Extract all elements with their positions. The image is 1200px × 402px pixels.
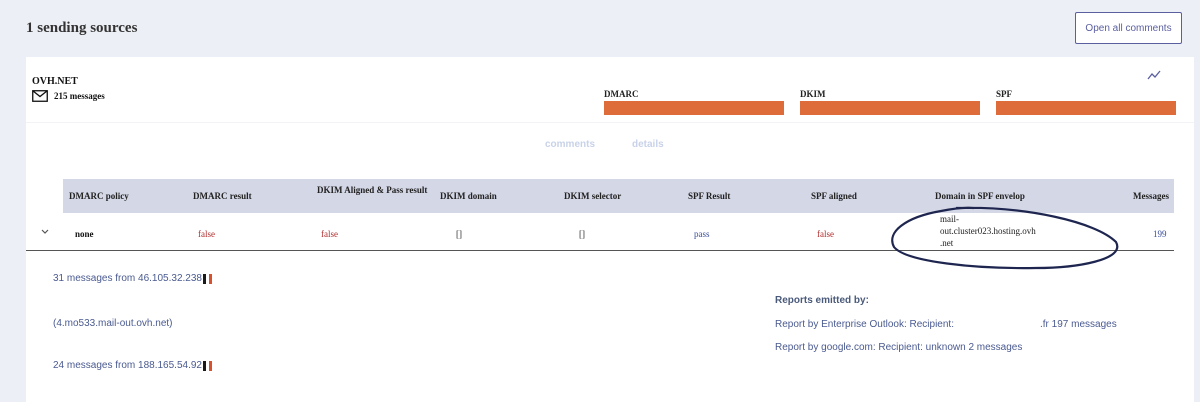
page-title: 1 sending sources [26,20,138,36]
source-name: OVH.NET [32,76,78,87]
source-card: OVH.NET 215 messages DMARC DKIM SPF comm… [26,57,1194,402]
report-prefix: Report by Enterprise Outlook: Recipient: [775,319,954,330]
dkim-bar [800,101,980,115]
th-dkim-selector: DKIM selector [564,191,622,201]
th-dmarc-policy: DMARC policy [69,191,129,201]
spf-bar [996,101,1176,115]
chevron-down-icon[interactable] [33,227,57,237]
th-spf-domain: Domain in SPF envelop [935,191,1025,201]
ip-line-2[interactable]: 24 messages from 188.165.54.92 [53,360,212,371]
hostname-text: (4.mo533.mail-out.ovh.net) [53,318,173,329]
message-count-label: 215 messages [54,91,105,101]
dmarc-label: DMARC [604,89,639,99]
cell-dmarc-policy: none [75,229,94,239]
ip-line-1[interactable]: 31 messages from 46.105.32.238 [53,273,212,284]
cell-messages: 199 [1153,229,1167,239]
fr-flag-icon [202,360,212,371]
ip-line-hostname: (4.mo533.mail-out.ovh.net) [53,318,173,329]
open-all-comments-button[interactable]: Open all comments [1075,12,1182,44]
fr-flag-icon [202,273,212,284]
reports-title: Reports emitted by: [775,295,869,306]
report-suffix: .fr 197 messages [1039,319,1117,330]
cell-spf-aligned: false [817,229,834,239]
dkim-label: DKIM [800,89,826,99]
cell-dkim-aligned: false [321,229,338,239]
ip-text: 31 messages from 46.105.32.238 [53,273,202,284]
th-messages: Messages [1133,191,1169,201]
th-spf-aligned: SPF aligned [811,191,857,201]
th-dkim-domain: DKIM domain [440,191,497,201]
th-dkim-aligned: DKIM Aligned & Pass result [317,185,428,195]
th-dmarc-result: DMARC result [193,191,252,201]
report-line: Report by Enterprise Outlook: Recipient:… [775,319,1117,330]
ip-text: 24 messages from 188.165.54.92 [53,360,202,371]
cell-spf-result: pass [694,229,710,239]
mail-icon [32,90,48,102]
tab-comments[interactable]: comments [545,139,595,150]
spf-label: SPF [996,89,1013,99]
message-count: 215 messages [32,90,105,102]
report-line: Report by google.com: Recipient: unknown… [775,342,1023,353]
tab-details[interactable]: details [632,139,664,150]
th-spf-result: SPF Result [688,191,731,201]
hand-drawn-ellipse-annotation [891,206,1119,270]
cell-dmarc-result: false [198,229,215,239]
cell-dkim-domain: [] [456,229,462,239]
divider [26,122,1194,123]
cell-dkim-selector: [] [579,229,585,239]
trend-chart-icon[interactable] [1147,70,1161,80]
dmarc-bar [604,101,784,115]
